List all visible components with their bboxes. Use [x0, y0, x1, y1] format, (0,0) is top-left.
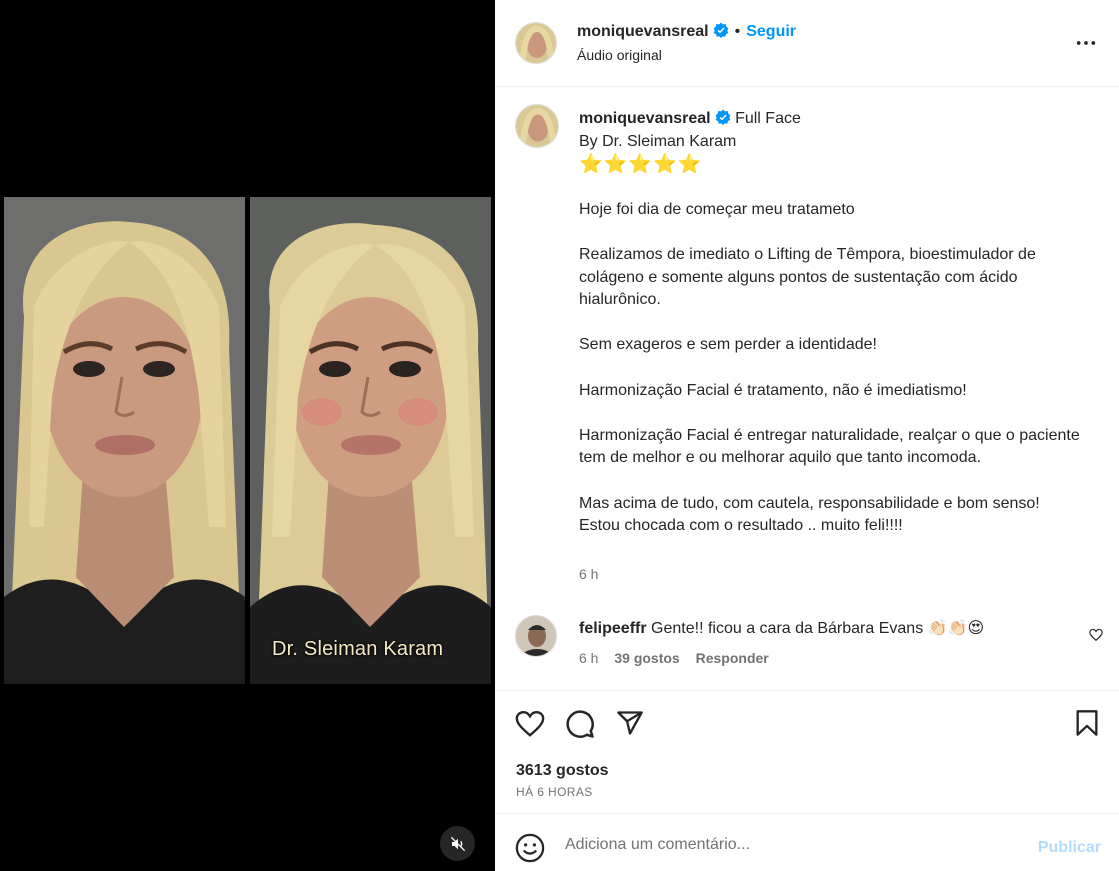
smiley-icon: [515, 833, 545, 863]
author-line: moniquevansreal • Seguir: [577, 22, 796, 41]
comment-likes[interactable]: 39 gostos: [614, 650, 679, 666]
mute-button[interactable]: [440, 826, 475, 861]
star-rating: ⭐⭐⭐⭐⭐: [579, 154, 703, 176]
post-media[interactable]: Dr. Sleiman Karam: [0, 0, 495, 871]
comment-item: felipeeffr Gente!! ficou a cara da Bárba…: [495, 615, 1119, 677]
verified-badge-icon: [713, 22, 728, 38]
caption-timestamp[interactable]: 6 h: [579, 566, 598, 582]
before-photo: [4, 197, 245, 684]
post-header: moniquevansreal • Seguir Áudio original: [495, 0, 1119, 87]
action-bar: 3613 gostos HÁ 6 HORAS: [495, 692, 1119, 814]
audio-label[interactable]: Áudio original: [577, 47, 662, 63]
save-button[interactable]: [1073, 709, 1101, 742]
caption-byline: By Dr. Sleiman Karam: [579, 132, 737, 150]
post-caption: moniquevansreal Full Face By Dr. Sleiman…: [579, 108, 1089, 538]
comment-body: felipeeffr Gente!! ficou a cara da Bárba…: [579, 618, 984, 638]
caption-paragraph: Mas acima de tudo, com cautela, responsa…: [579, 494, 1040, 512]
comment-text: Gente!! ficou a cara da Bárbara Evans 👏🏻…: [651, 620, 985, 637]
comment-composer: Publicar: [495, 815, 1119, 871]
caption-username[interactable]: moniquevansreal: [579, 110, 711, 127]
caption-paragraph: Realizamos de imediato o Lifting de Têmp…: [579, 245, 1036, 309]
like-button[interactable]: [515, 709, 545, 744]
author-avatar[interactable]: [515, 22, 557, 64]
commenter-avatar[interactable]: [515, 615, 557, 657]
reply-button[interactable]: Responder: [696, 650, 769, 666]
caption-paragraph: Hoje foi dia de começar meu tratameto: [579, 200, 855, 218]
comment-input[interactable]: [565, 832, 1015, 858]
verified-badge-icon: [715, 109, 730, 125]
caption-title: Full Face: [735, 110, 801, 127]
follow-button[interactable]: Seguir: [746, 23, 796, 40]
publish-button[interactable]: Publicar: [1038, 839, 1101, 857]
comment-icon: [566, 710, 594, 738]
commenter-username[interactable]: felipeeffr: [579, 620, 647, 637]
caption-paragraph: Harmonização Facial é entregar naturalid…: [579, 426, 1080, 467]
more-options-button[interactable]: [1075, 32, 1097, 59]
caption-paragraph: Estou chocada com o resultado .. muito f…: [579, 517, 903, 535]
comments-section[interactable]: moniquevansreal Full Face By Dr. Sleiman…: [495, 88, 1119, 691]
author-username[interactable]: moniquevansreal: [577, 23, 709, 40]
heart-icon: [1089, 628, 1103, 642]
likes-count[interactable]: 3613 gostos: [516, 762, 608, 780]
more-dots-icon: [1076, 41, 1096, 45]
post-time-ago[interactable]: HÁ 6 HORAS: [516, 785, 593, 799]
post-details: moniquevansreal • Seguir Áudio original mo…: [495, 0, 1119, 871]
comment-timestamp[interactable]: 6 h: [579, 650, 598, 666]
comment-meta: 6 h 39 gostos Responder: [579, 650, 781, 666]
heart-icon: [515, 710, 545, 737]
share-icon: [617, 711, 643, 735]
emoji-button[interactable]: [515, 833, 545, 868]
comment-button[interactable]: [565, 709, 595, 744]
caption-author-avatar[interactable]: [515, 104, 559, 148]
caption-paragraph: Harmonização Facial é tratamento, não é …: [579, 381, 967, 399]
media-watermark: Dr. Sleiman Karam: [272, 638, 444, 660]
caption-paragraph: Sem exageros e sem perder a identidade!: [579, 336, 877, 354]
separator-dot: •: [734, 23, 741, 40]
share-button[interactable]: [616, 709, 644, 742]
comment-like-button[interactable]: [1089, 628, 1103, 647]
speaker-muted-icon: [450, 836, 465, 851]
bookmark-icon: [1076, 710, 1098, 736]
after-photo: [250, 197, 491, 684]
